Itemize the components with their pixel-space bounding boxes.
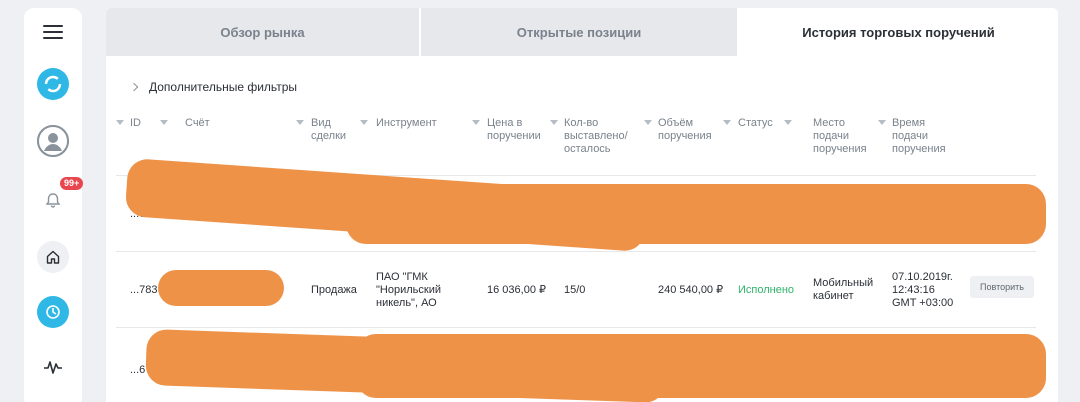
sort-icon[interactable] [644,120,652,125]
col-header-id: ID [130,117,141,129]
col-header-price: Цена в поручении [487,117,541,142]
logo-icon[interactable] [37,68,69,100]
table-row-3-id: ...6 [130,364,146,376]
col-header-account: Счёт [185,117,210,129]
sort-icon[interactable] [296,120,304,125]
menu-icon[interactable] [43,25,63,39]
tab-open-positions[interactable]: Открытые позиции [421,8,739,56]
sort-icon[interactable] [878,120,886,125]
extra-filters-toggle[interactable]: Дополнительные фильтры [129,80,298,94]
tab-market-overview[interactable]: Обзор рынка [106,8,421,56]
sort-icon[interactable] [723,120,731,125]
avatar-icon[interactable] [37,125,69,157]
table-row-2-place: Мобильный кабинет [813,277,874,302]
sort-icon[interactable] [472,120,480,125]
sort-icon[interactable] [160,120,168,125]
tab-orders-history[interactable]: История торговых поручений [739,8,1058,56]
table-row-2-time: 07.10.2019г. 12:43:16 GMT +03:00 [892,271,954,309]
sort-icon[interactable] [550,120,558,125]
pulse-icon[interactable] [37,351,69,383]
col-header-volume: Объём поручения [658,117,712,142]
sidebar: 99+ [24,8,84,402]
col-header-qty: Кол-во выставлено/ осталось [564,117,628,155]
sort-icon[interactable] [116,120,124,125]
extra-filters-label: Дополнительные фильтры [149,80,298,94]
redaction-mark [158,270,284,306]
notifications-badge: 99+ [60,177,84,190]
table-row-2-id: ...783 [130,284,158,296]
col-header-instrument: Инструмент [376,117,437,129]
col-header-time: Время подачи поручения [892,117,946,155]
table-row-2-price: 16 036,00 ₽ [487,284,546,296]
tab-bar: Обзор рынка Открытые позиции История тор… [106,8,1058,56]
table-row-2-volume: 240 540,00 ₽ [658,284,724,296]
home-icon[interactable] [37,241,69,273]
orders-history-panel: Обзор рынка Открытые позиции История тор… [106,8,1058,402]
table-row-2-qty: 15/0 [564,284,586,296]
table-row-2-deal-type: Продажа [311,284,357,296]
redaction-mark [346,184,1046,244]
chevron-right-icon [129,82,139,92]
row-divider [116,251,1036,252]
sort-icon[interactable] [360,120,368,125]
col-header-place: Место подачи поручения [813,117,867,155]
repeat-order-button[interactable]: Повторить [970,276,1034,298]
redaction-mark [356,334,1046,398]
portfolio-icon[interactable] [37,296,69,328]
col-header-status: Статус [738,117,773,129]
sort-icon[interactable] [784,120,792,125]
table-row-2-status: Исполнено [738,284,795,296]
table-row-2-instrument: ПАО "ГМК "Норильский никель", АО [376,271,441,309]
col-header-deal-type: Вид сделки [311,117,347,142]
row-divider [116,327,1036,328]
